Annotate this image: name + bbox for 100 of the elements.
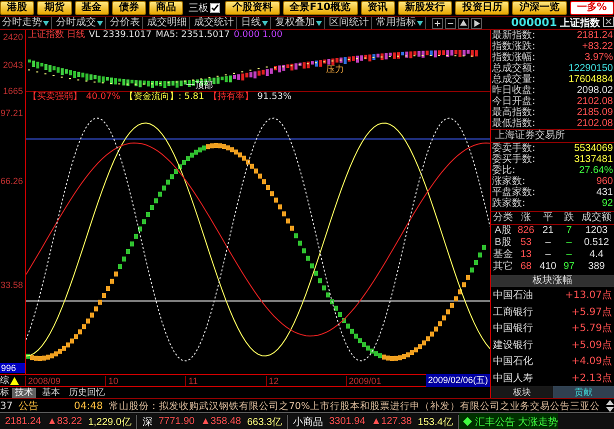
up-arrow-icon[interactable] xyxy=(458,18,469,28)
menu-button[interactable]: 资讯 xyxy=(360,1,395,15)
table-cell-text: 4.4 xyxy=(588,249,604,261)
menu-button[interactable]: 全景F10概览 xyxy=(282,1,358,15)
menu-button[interactable]: 港股 xyxy=(0,1,34,15)
quote-label: 指数涨跌: xyxy=(492,41,536,52)
column-header: 涨 xyxy=(515,212,537,225)
stock-name[interactable]: 中国人寿 xyxy=(493,370,533,385)
indicator-legend: 【资金流向】: 5.81 xyxy=(124,92,204,103)
quote-value: 2102.08 xyxy=(576,96,613,107)
quote-label: 最高指数: xyxy=(492,107,536,118)
table-cell-text: 68 xyxy=(519,261,533,273)
table-cell-text: B股 xyxy=(494,237,512,248)
table-cell-text: – xyxy=(565,249,573,261)
quote-label: 昨日收盘: xyxy=(492,85,536,96)
quote-value: 3137481 xyxy=(574,154,613,165)
quote-value: 12290150 xyxy=(568,63,613,74)
zoom-in-icon[interactable] xyxy=(432,18,443,28)
zoom-out-icon[interactable] xyxy=(445,18,456,28)
table-cell-text: 0.512 xyxy=(582,237,610,249)
menu-button[interactable]: 商品 xyxy=(149,1,184,15)
contribution-value: +13.07点 xyxy=(564,288,612,302)
checkbox[interactable] xyxy=(210,3,220,13)
market-label: 小商品 xyxy=(293,416,324,428)
scroll-arrows-icon[interactable] xyxy=(606,400,614,412)
quote-value: 92 xyxy=(602,198,613,209)
stock-name[interactable]: 建设银行 xyxy=(493,338,533,352)
menu-button[interactable]: 基金 xyxy=(74,1,109,15)
table-cell-text: 389 xyxy=(587,261,606,273)
table-cell-text: 其它 xyxy=(492,261,514,273)
menu-button[interactable]: 一多% xyxy=(570,1,614,15)
right-arrow-icon[interactable] xyxy=(471,18,482,28)
column-header: 平 xyxy=(537,212,559,225)
warning-icon xyxy=(10,376,19,384)
chart-annotation: 一顶部 xyxy=(186,80,213,92)
stock-name[interactable]: 中国石油 xyxy=(493,288,533,302)
table-cell-text: 53 xyxy=(519,237,533,249)
tab[interactable]: 基本 xyxy=(39,388,63,398)
table-cell-text: 13 xyxy=(519,249,533,261)
table-cell-text: 7 xyxy=(565,225,573,237)
axis-label: 11 xyxy=(185,376,266,386)
toolbar-menu[interactable]: 日线 xyxy=(239,17,271,29)
quote-value: 2181.24 xyxy=(576,30,613,41)
chart-legend: 0.000 1.00 xyxy=(234,30,282,41)
indicator-legend: 【买卖强弱】 xyxy=(28,92,82,103)
quote-value: +83.22 xyxy=(582,41,613,52)
toolbar-menu[interactable]: 复权叠加 xyxy=(273,17,325,29)
quote-label: 涨家数: xyxy=(492,176,526,187)
quote-value: 960 xyxy=(596,176,613,187)
table-cell-text: 基金 xyxy=(492,249,514,260)
tab[interactable]: 技术 xyxy=(12,388,36,398)
quote-value: 431 xyxy=(596,187,613,198)
column-header: 分类 xyxy=(491,212,515,225)
index-value: 7771.90 xyxy=(158,416,195,427)
section-title: 上海证券交易所 xyxy=(491,129,614,143)
tab[interactable]: 贡献 xyxy=(552,386,614,398)
contribution-value: +5.79点 xyxy=(571,322,612,336)
menu-button[interactable]: 新股发行 xyxy=(398,1,452,15)
contribution-value: +2.13点 xyxy=(571,372,612,385)
window-icon[interactable] xyxy=(603,17,614,27)
quote-label: 跌家数: xyxy=(492,198,526,209)
axis-label: 2008/09 xyxy=(25,376,106,386)
menu-button[interactable]: 期货 xyxy=(37,1,72,15)
quote-label: 总成交量: xyxy=(492,74,536,85)
index-value: 2181.24 xyxy=(5,416,42,427)
quote-label: 总成交额: xyxy=(492,63,536,74)
turnover: 153.4亿 xyxy=(418,416,453,428)
turnover: 663.3亿 xyxy=(247,416,282,428)
quote-value: 17604884 xyxy=(568,74,613,85)
tab[interactable]: 板块 xyxy=(491,386,552,398)
quote-label: 平盘家数: xyxy=(492,187,536,198)
column-header: 成交额 xyxy=(579,212,614,225)
security-code: 000001 xyxy=(511,17,557,29)
axis-label: 1665 xyxy=(2,86,23,96)
toolbar-menu[interactable]: 分价表 xyxy=(108,17,143,29)
cursor-value: 996 xyxy=(0,363,25,373)
axis-label: 66.26 xyxy=(0,176,23,186)
index-change: ▲83.22 xyxy=(47,416,82,427)
stock-name[interactable]: 中国石化 xyxy=(493,354,533,368)
toolbar-menu[interactable]: 常用指标 xyxy=(374,17,426,29)
stock-name[interactable]: 中国银行 xyxy=(493,321,533,336)
index-change: ▲358.48 xyxy=(200,416,242,427)
index-value: 3301.94 xyxy=(329,416,366,427)
menu-button[interactable]: 个股资料 xyxy=(225,1,280,15)
tab[interactable]: 历史回忆 xyxy=(66,388,108,398)
axis-label: 97.21 xyxy=(0,108,23,118)
news-category: 公告 xyxy=(18,400,39,413)
indicator-legend: 91.53% xyxy=(257,92,292,103)
table-cell-text: – xyxy=(544,237,552,249)
chart-legend: MA5: 2351.5017 xyxy=(156,30,230,41)
menu-button[interactable]: 沪深一览 xyxy=(512,1,567,15)
market-label: 深 xyxy=(142,416,152,428)
quote-value: 2102.08 xyxy=(576,118,613,129)
menu-button[interactable]: 投资日历 xyxy=(455,1,510,15)
toolbar-menu[interactable]: 分时走势 xyxy=(0,17,52,29)
chart-legend: VL 2339.1017 xyxy=(88,30,152,41)
menu-button[interactable]: 债券 xyxy=(112,1,146,15)
stock-name[interactable]: 工商银行 xyxy=(493,304,533,319)
column-header: 跌 xyxy=(559,212,579,225)
news-headline[interactable]: 常山股份：拟发收购武汉钢铁有限公司之70%上市行股本和股票进行申（补发）有限公司之业务交易公告三亚公 xyxy=(108,400,600,412)
